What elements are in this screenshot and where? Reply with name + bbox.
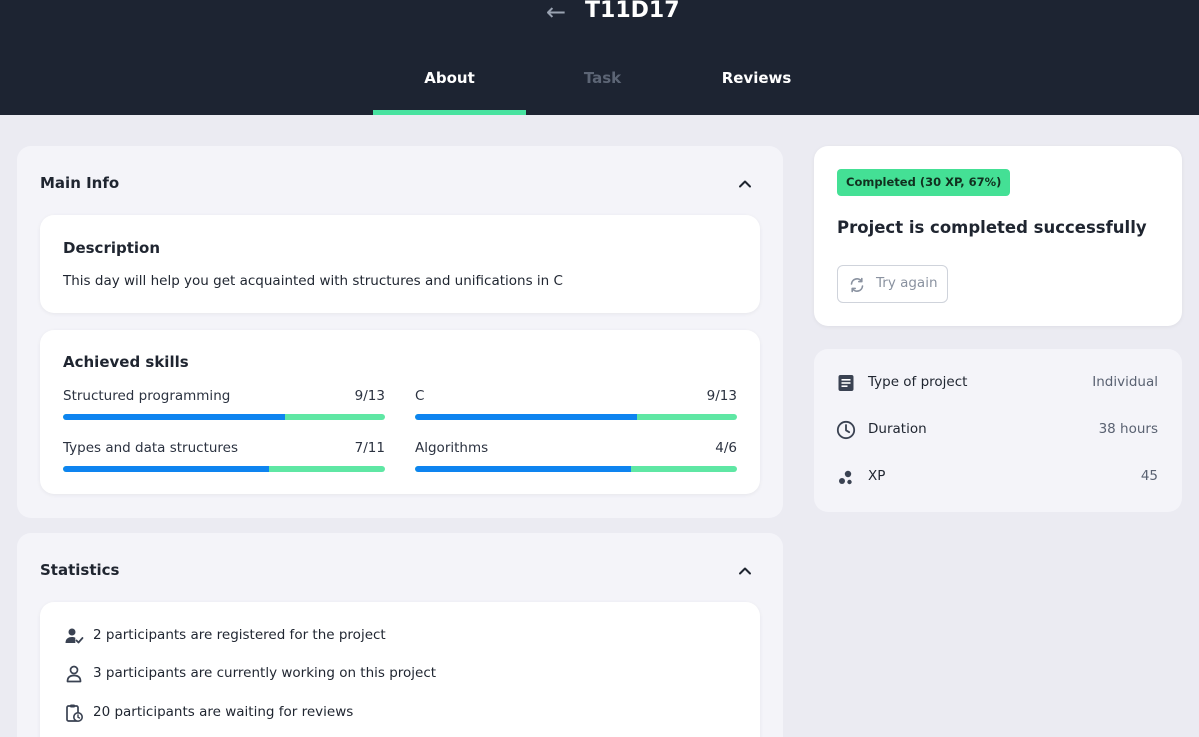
user-check-icon	[65, 628, 84, 644]
try-again-button[interactable]: Try again	[837, 265, 948, 303]
info-label: Type of project	[868, 374, 968, 390]
statistics-title: Statistics	[40, 561, 120, 579]
arrow-left-icon[interactable]: ←	[546, 0, 566, 27]
chevron-up-icon[interactable]	[737, 176, 753, 192]
info-row-duration: Duration 38 hours	[836, 418, 1158, 442]
tab-task: Task	[583, 69, 622, 87]
achieved-skills-title: Achieved skills	[63, 353, 189, 371]
project-info-card: Type of project Individual Duration 38 h…	[814, 349, 1182, 512]
top-header: ← T11D17 About Task Reviews	[0, 0, 1199, 115]
info-row-type: Type of project Individual	[836, 371, 1158, 395]
info-label: XP	[868, 468, 886, 484]
xp-icon	[839, 470, 852, 485]
project-status-card: Completed (30 XP, 67%) Project is comple…	[814, 146, 1182, 326]
user-icon	[66, 665, 82, 683]
skill-progress-fill	[63, 466, 270, 472]
skill-progress-bar	[415, 466, 737, 472]
skill-value: 9/13	[354, 388, 385, 404]
skill-progress-fill	[415, 414, 638, 420]
achieved-skills-card: Achieved skills Structured programming 9…	[40, 330, 760, 494]
skill-label: C	[415, 388, 425, 404]
statistics-card: 2 participants are registered for the pr…	[40, 602, 760, 737]
skill-value: 9/13	[706, 388, 737, 404]
skill-progress-fill	[63, 414, 286, 420]
description-title: Description	[63, 239, 161, 257]
skill-label: Structured programming	[63, 388, 231, 404]
info-row-xp: XP 45	[836, 465, 1158, 489]
title-row: ← T11D17	[0, 0, 1199, 29]
status-title: Project is completed successfully	[837, 218, 1147, 237]
info-value: 45	[1140, 468, 1158, 484]
skill-label: Types and data structures	[63, 440, 239, 456]
description-card: Description This day will help you get a…	[40, 215, 760, 313]
description-text: This day will help you get acquainted wi…	[63, 273, 563, 289]
document-icon	[838, 375, 854, 391]
active-tab-indicator	[373, 110, 526, 115]
skill-progress-fill	[415, 466, 631, 472]
tab-about[interactable]: About	[373, 62, 526, 115]
refresh-icon	[850, 277, 864, 293]
clock-icon	[836, 420, 856, 440]
main-info-title: Main Info	[40, 174, 120, 192]
stat-row: 20 participants are waiting for reviews	[64, 701, 704, 725]
status-badge: Completed (30 XP, 67%)	[837, 169, 1011, 196]
stat-text: 2 participants are registered for the pr…	[93, 627, 386, 643]
info-value: Individual	[1092, 374, 1158, 390]
info-value: 38 hours	[1098, 421, 1158, 437]
skill-value: 4/6	[715, 440, 737, 456]
skill-label: Algorithms	[415, 440, 489, 456]
skill-progress-bar	[415, 414, 737, 420]
info-label: Duration	[868, 421, 927, 437]
clipboard-clock-icon	[66, 704, 83, 722]
stat-text: 3 participants are currently working on …	[93, 665, 437, 681]
skill-progress-bar	[63, 466, 385, 472]
try-again-label: Try again	[876, 275, 938, 291]
main-info-panel: Main Info Description This day will help…	[17, 146, 783, 518]
statistics-panel: Statistics 2 participants are registered…	[17, 533, 783, 737]
skill-progress-bar	[63, 414, 385, 420]
tab-reviews[interactable]: Reviews	[680, 62, 833, 115]
stat-row: 2 participants are registered for the pr…	[64, 624, 704, 648]
skill-value: 7/11	[354, 440, 385, 456]
chevron-up-icon[interactable]	[737, 563, 753, 579]
stat-row: 3 participants are currently working on …	[64, 662, 704, 686]
stat-text: 20 participants are waiting for reviews	[93, 704, 354, 720]
page-title: T11D17	[585, 0, 680, 23]
